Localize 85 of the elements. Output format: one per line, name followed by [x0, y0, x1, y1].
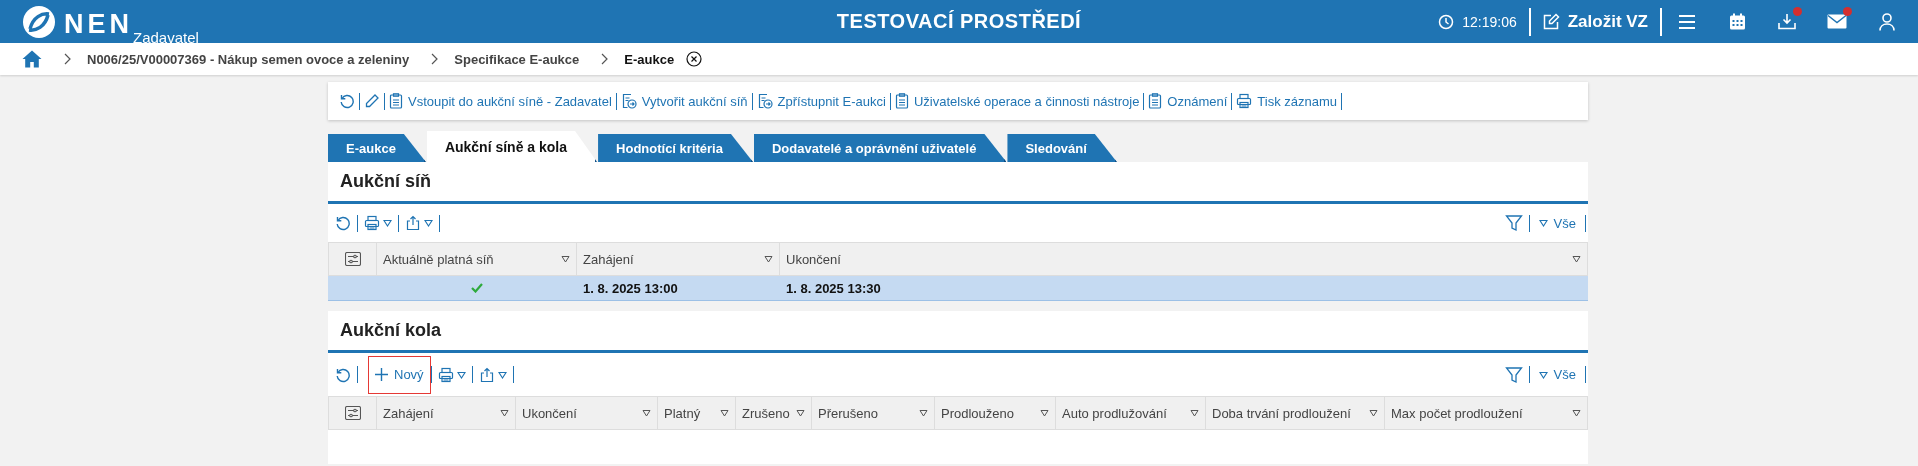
column-header[interactable]: Ukončení [786, 251, 841, 267]
chevron-icon [64, 53, 71, 65]
logo-text: NEN [64, 8, 133, 39]
chevron-icon [431, 53, 439, 65]
column-settings-icon[interactable] [344, 252, 361, 266]
role-label: Zadavatel [133, 29, 199, 45]
breadcrumb-link[interactable]: N006/25/V00007369 - Nákup semen ovoce a zeleniny [87, 51, 410, 67]
column-header[interactable]: Ukončení [522, 405, 577, 421]
menu-icon[interactable] [1678, 13, 1696, 30]
download-icon[interactable] [1778, 13, 1796, 30]
filter-caret-icon[interactable] [642, 409, 651, 417]
environment-title: TESTOVACÍ PROSTŘEDÍ [836, 10, 1082, 32]
filter-caret-icon[interactable] [561, 255, 570, 263]
tab[interactable]: E-aukce [328, 134, 426, 162]
toolbar-button[interactable]: Vytvořit aukční síň [616, 93, 752, 109]
printer-icon [437, 366, 454, 383]
breadcrumb-link[interactable]: Specifikace E-aukce [454, 51, 580, 67]
clock-icon [1438, 13, 1455, 30]
view-filter-dropdown[interactable]: Vše [1535, 215, 1579, 231]
home-icon[interactable] [22, 50, 42, 68]
filter-caret-icon[interactable] [720, 409, 729, 417]
export-menu[interactable] [478, 366, 507, 383]
filter-caret-icon[interactable] [796, 409, 805, 417]
print-menu[interactable] [364, 215, 392, 231]
plus-icon [375, 368, 388, 381]
toolbar-button[interactable]: Zpřístupnit E-aukci [752, 93, 890, 109]
export-icon [478, 366, 495, 383]
caret-icon [1538, 219, 1548, 227]
refresh-icon[interactable] [335, 366, 351, 383]
user-icon[interactable] [1879, 12, 1895, 31]
printer-icon [1236, 93, 1253, 109]
print-menu[interactable] [437, 366, 466, 383]
column-header[interactable]: Zahájení [583, 251, 634, 267]
mail-icon[interactable] [1827, 14, 1847, 29]
close-icon[interactable] [686, 51, 703, 67]
filter-caret-icon[interactable] [1369, 409, 1378, 417]
document-icon [1148, 93, 1163, 109]
document-arrow-icon [756, 93, 773, 109]
column-settings-icon[interactable] [344, 406, 361, 420]
section-title: Aukční kola [340, 320, 442, 341]
toolbar-button[interactable]: Vstoupit do aukční síně - Zadavatel [385, 93, 616, 109]
filter-caret-icon[interactable] [1572, 409, 1581, 417]
refresh-icon[interactable] [339, 93, 355, 109]
filter-caret-icon[interactable] [500, 409, 509, 417]
table-row[interactable]: 1. 8. 2025 13:00 1. 8. 2025 13:30 [328, 276, 1588, 301]
section-title: Aukční síň [340, 171, 432, 192]
export-menu[interactable] [405, 215, 433, 231]
caret-icon [497, 370, 507, 379]
create-tender-button[interactable]: Založit VZ [1530, 11, 1660, 32]
tab[interactable]: Hodnotící kritéria [598, 134, 753, 162]
document-icon [894, 93, 909, 109]
tab[interactable]: Sledování [1007, 134, 1117, 162]
calendar-icon[interactable] [1728, 13, 1746, 30]
caret-icon [456, 370, 466, 379]
caret-icon [1538, 370, 1548, 379]
tab[interactable]: Aukční síně a kola [426, 131, 598, 162]
table-cell: 1. 8. 2025 13:00 [583, 280, 678, 296]
printer-icon [364, 215, 380, 231]
pencil-icon[interactable] [364, 93, 380, 109]
filter-caret-icon[interactable] [1040, 409, 1049, 417]
edit-icon [1542, 13, 1560, 30]
caret-icon [383, 219, 392, 227]
filter-icon[interactable] [1504, 214, 1523, 232]
refresh-icon[interactable] [335, 215, 351, 231]
toolbar-button[interactable]: Tisk záznamu [1232, 93, 1342, 109]
document-icon [389, 93, 403, 109]
table-cell: 1. 8. 2025 13:30 [786, 280, 881, 296]
filter-caret-icon[interactable] [1190, 409, 1199, 417]
document-arrow-icon [620, 93, 637, 109]
filter-caret-icon[interactable] [1572, 255, 1581, 263]
chevron-icon [601, 53, 609, 65]
filter-caret-icon[interactable] [919, 409, 928, 417]
filter-caret-icon[interactable] [764, 255, 773, 263]
breadcrumb-link[interactable]: E-aukce [624, 51, 675, 67]
view-filter-dropdown[interactable]: Vše [1535, 367, 1579, 382]
column-header[interactable]: Zahájení [383, 405, 434, 421]
toolbar-button[interactable]: Uživatelské operace a činnosti nástroje [890, 93, 1144, 109]
new-button[interactable]: Nový [368, 355, 431, 394]
filter-icon[interactable] [1504, 365, 1523, 384]
caret-icon [424, 219, 433, 227]
toolbar-button[interactable]: Oznámení [1144, 93, 1232, 109]
clock-time: 12:19:06 [1462, 13, 1517, 30]
logo-icon [22, 4, 56, 39]
export-icon [405, 215, 421, 231]
tab[interactable]: Dodavatelé a oprávnění uživatelé [753, 134, 1007, 162]
